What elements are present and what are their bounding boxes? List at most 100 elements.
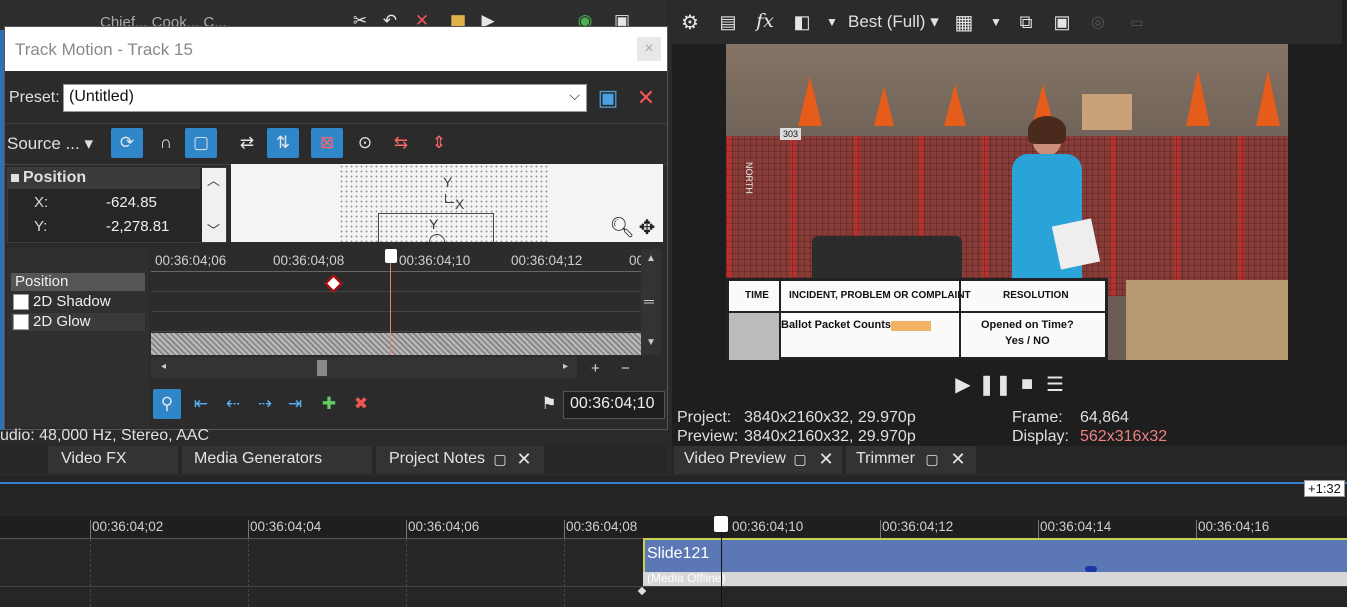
- prop-label-2d-glow: 2D Glow: [33, 313, 91, 330]
- move-icon[interactable]: ✥: [636, 216, 658, 239]
- kf-horizontal-scrollbar[interactable]: ◂ ▸: [151, 357, 577, 379]
- preview-label: Preview:: [677, 428, 739, 445]
- tab-label: Project Notes: [389, 450, 486, 467]
- close-icon[interactable]: ✕: [516, 449, 532, 469]
- properties-scrollbar[interactable]: ︿ ﹀: [202, 168, 226, 242]
- prop-row-position[interactable]: Position: [11, 273, 145, 291]
- scroll-down-icon[interactable]: ﹀: [207, 220, 220, 239]
- save-preset-icon[interactable]: ▣: [595, 85, 621, 111]
- quality-value: Best (Full): [848, 12, 926, 31]
- kf-scroll-thumb[interactable]: [317, 360, 327, 376]
- tab-trimmer[interactable]: Trimmer ▢ ✕: [846, 446, 976, 474]
- hdr-icon: ▭: [1130, 13, 1144, 30]
- quality-dropdown[interactable]: Best (Full) ▾: [848, 12, 939, 32]
- preview-toolbar: ⚙ ▤ fx ◧ ▼ Best (Full) ▾ ▦ ▼ ⧉ ▣ ◎ ▭: [672, 0, 1342, 44]
- split-dropdown-icon[interactable]: ▼: [824, 12, 840, 32]
- position-header[interactable]: Position: [8, 168, 200, 189]
- lock-aspect-icon[interactable]: ⇆: [385, 128, 417, 158]
- lock-x-icon[interactable]: ⇄: [231, 128, 263, 158]
- save-snapshot-icon[interactable]: ▣: [1050, 10, 1074, 34]
- lock-y-icon[interactable]: ⇅: [267, 128, 299, 158]
- zoom-in-button[interactable]: +: [591, 360, 600, 377]
- zoom-icon[interactable]: 🔍︎: [609, 216, 634, 239]
- rotate-icon[interactable]: ⟳: [111, 128, 143, 158]
- prev-keyframe-icon[interactable]: ⇠: [219, 389, 247, 419]
- position-header-label: Position: [23, 169, 87, 186]
- keyframe-diamond[interactable]: [324, 274, 343, 293]
- main-timeline[interactable]: +1:32 00:36:04;02 00:36:04;04 00:36:04;0…: [0, 476, 1347, 607]
- first-keyframe-icon[interactable]: ⇤: [187, 389, 215, 419]
- tab-label: Trimmer: [856, 450, 915, 467]
- tab-label: Video FX: [61, 450, 127, 467]
- motion-canvas[interactable]: Y X Y 🔍︎ ✥: [231, 164, 663, 242]
- cone: [1256, 70, 1280, 126]
- snap-icon[interactable]: ∩: [150, 128, 182, 158]
- maximize-icon[interactable]: ▢: [792, 451, 808, 467]
- kf-row-line: [151, 331, 641, 332]
- kf-scroll-up-icon[interactable]: ▲: [646, 253, 656, 264]
- 3d-box-icon[interactable]: ▢: [185, 128, 217, 158]
- maximize-icon[interactable]: ▢: [924, 451, 940, 467]
- kf-scroll-left-icon[interactable]: ◂: [161, 361, 166, 372]
- project-label: Project:: [677, 409, 732, 426]
- x-value[interactable]: -624.85: [106, 194, 157, 211]
- kf-scroll-grip-icon[interactable]: ═: [644, 293, 654, 309]
- close-icon[interactable]: ✕: [950, 449, 966, 469]
- kf-playhead-marker-icon[interactable]: [385, 249, 397, 263]
- fx-icon[interactable]: fx: [752, 8, 778, 34]
- tab-project-notes[interactable]: Project Notes ▢ ✕: [376, 446, 544, 474]
- delete-preset-icon[interactable]: ✕: [633, 85, 659, 111]
- add-keyframe-icon[interactable]: ✚: [315, 389, 343, 419]
- sync-cursor-icon[interactable]: ⚲: [153, 389, 181, 419]
- keyframe-timeline[interactable]: 00:36:04;06 00:36:04;08 00:36:04;10 00:3…: [151, 249, 661, 355]
- canvas-axis-corner: [445, 194, 454, 203]
- menu-icon[interactable]: ☰: [1044, 372, 1066, 396]
- timeline-tick: 00:36:04;02: [92, 519, 164, 534]
- center-icon[interactable]: ⊙: [349, 128, 381, 158]
- zoom-out-button[interactable]: −: [621, 360, 630, 377]
- kf-scroll-down-icon[interactable]: ▼: [646, 337, 656, 348]
- video-clip[interactable]: Slide121: [643, 538, 1347, 572]
- source-dropdown[interactable]: Source ... ▾: [7, 134, 93, 154]
- tab-video-preview[interactable]: Video Preview ▢ ✕: [674, 446, 842, 474]
- y-value[interactable]: -2,278.81: [106, 218, 169, 235]
- next-keyframe-icon[interactable]: ⇢: [251, 389, 279, 419]
- last-keyframe-icon[interactable]: ⇥: [281, 389, 309, 419]
- tab-media-generators[interactable]: Media Generators: [182, 446, 372, 474]
- close-icon[interactable]: ✕: [818, 449, 834, 469]
- play-icon[interactable]: ▶: [952, 372, 974, 396]
- checkbox-2d-shadow[interactable]: [13, 294, 29, 310]
- overlay-dropdown-icon[interactable]: ▼: [988, 12, 1004, 32]
- sheet-header-row: TIME INCIDENT, PROBLEM OR COMPLAINT RESO…: [729, 281, 1105, 313]
- tab-video-fx[interactable]: Video FX: [48, 446, 178, 474]
- dialog-title-bar[interactable]: Track Motion - Track 15 ×: [5, 27, 667, 71]
- chevron-down-icon: ⌵: [569, 87, 580, 103]
- kf-vertical-scrollbar[interactable]: ▲ ═ ▼: [641, 249, 661, 355]
- frame-box[interactable]: Y: [378, 213, 494, 242]
- external-monitor-icon[interactable]: ▤: [716, 10, 740, 34]
- grid-overlay-icon[interactable]: ▦: [952, 10, 976, 34]
- delete-keyframe-icon[interactable]: ✖: [347, 389, 375, 419]
- preset-dropdown[interactable]: (Untitled) ⌵: [63, 84, 587, 112]
- copy-snapshot-icon[interactable]: ⧉: [1014, 10, 1038, 34]
- current-time-field[interactable]: 00:36:04;10: [563, 391, 665, 419]
- stop-icon[interactable]: ■: [1016, 372, 1038, 396]
- lock-xy-icon[interactable]: ⊠: [311, 128, 343, 158]
- video-mesh: [726, 136, 1288, 296]
- maximize-icon[interactable]: ▢: [492, 451, 508, 467]
- checkbox-2d-glow[interactable]: [13, 314, 29, 330]
- kf-scroll-right-icon[interactable]: ▸: [563, 361, 568, 372]
- dialog-close-button[interactable]: ×: [637, 37, 661, 61]
- prop-row-2d-shadow[interactable]: 2D Shadow: [11, 293, 145, 311]
- scroll-up-icon[interactable]: ︿: [207, 170, 220, 189]
- lock-size-icon[interactable]: ⇕: [423, 128, 455, 158]
- video-frame[interactable]: 303 NORTH TIME INCIDENT, PROBLEM OR COMP…: [726, 44, 1288, 360]
- timeline-playhead-marker-icon[interactable]: [714, 516, 728, 532]
- prop-row-2d-glow[interactable]: 2D Glow: [11, 313, 145, 331]
- clip-offline-strip[interactable]: (Media Offline): [643, 571, 1347, 586]
- timeline-tick: 00:36:04;06: [408, 519, 480, 534]
- split-screen-icon[interactable]: ◧: [790, 10, 814, 34]
- settings-gear-icon[interactable]: ⚙: [678, 10, 702, 34]
- pause-icon[interactable]: ❚❚: [978, 372, 1012, 396]
- source-label: Source ...: [7, 134, 80, 153]
